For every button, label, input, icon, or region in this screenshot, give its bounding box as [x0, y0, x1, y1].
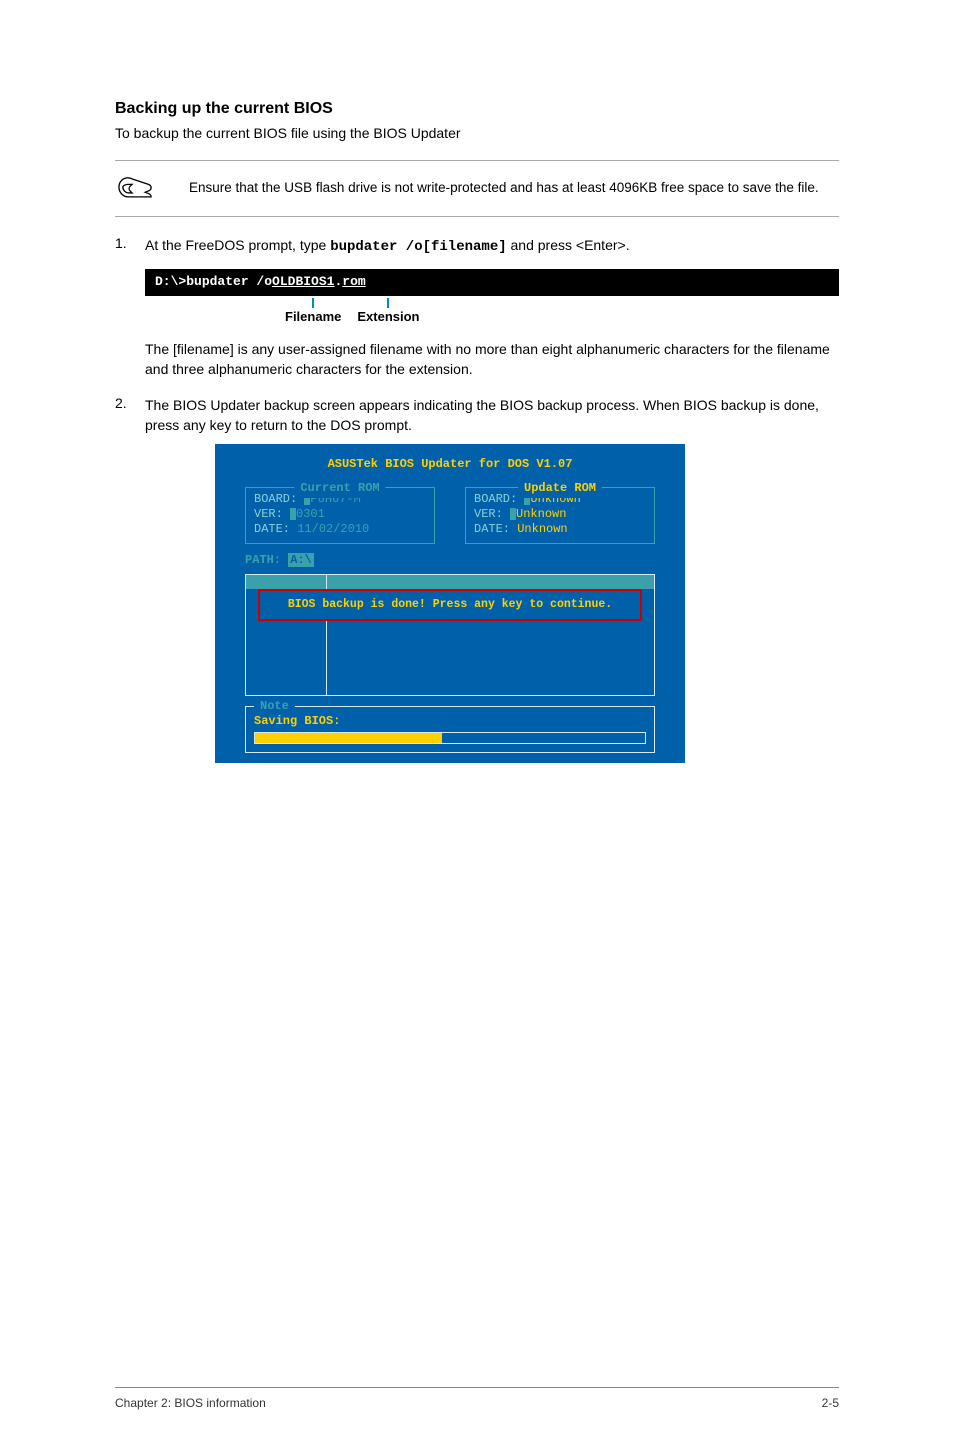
progress-fill — [255, 733, 442, 743]
file-panel-header — [246, 575, 654, 589]
terminal-prompt: D:\> — [155, 274, 186, 289]
info-note: Ensure that the USB flash drive is not w… — [115, 160, 839, 217]
bios-title: ASUSTek BIOS Updater for DOS V1.07 — [215, 456, 685, 473]
path-label: PATH: — [245, 553, 288, 567]
current-rom-box: Current ROM BOARD: P8H67-M VER: 0301 DAT… — [245, 487, 435, 544]
date-label: DATE: — [474, 522, 517, 536]
terminal-line: D:\>bupdater /oOLDBIOS1.rom — [145, 269, 839, 296]
backup-done-banner: BIOS backup is done! Press any key to co… — [258, 589, 642, 622]
path-value: A:\ — [288, 553, 314, 567]
footer-right: 2-5 — [822, 1396, 839, 1410]
terminal-block: D:\>bupdater /oOLDBIOS1.rom Filename Ext… — [145, 269, 839, 327]
step-2: 2. The BIOS Updater backup screen appear… — [115, 395, 839, 763]
board-label: BOARD: — [474, 492, 524, 506]
path-line: PATH: A:\ — [215, 552, 685, 569]
terminal-ext: rom — [342, 274, 365, 289]
step2-text: The BIOS Updater backup screen appears i… — [145, 395, 839, 436]
step-number: 2. — [115, 395, 145, 411]
cur-ver: 0301 — [296, 507, 325, 521]
terminal-filename: OLDBIOS1 — [272, 274, 334, 289]
step1-prefix: At the FreeDOS prompt, type — [145, 237, 330, 253]
footer-rule — [115, 1387, 839, 1388]
update-rom-legend: Update ROM — [518, 480, 602, 497]
step1-suffix: and press <Enter>. — [507, 237, 630, 253]
page-footer: Chapter 2: BIOS information 2-5 — [115, 1396, 839, 1410]
terminal-cmd: bupdater /o — [186, 274, 272, 289]
saving-bios-label: Saving BIOS: — [254, 713, 646, 730]
cur-date: 11/02/2010 — [297, 522, 369, 536]
footer-left: Chapter 2: BIOS information — [115, 1396, 266, 1410]
upd-date: Unknown — [517, 522, 567, 536]
file-panel: BIOS backup is done! Press any key to co… — [245, 574, 655, 696]
upd-ver: Unknown — [516, 507, 566, 521]
intro-text: To backup the current BIOS file using th… — [115, 124, 839, 144]
ver-label: VER: — [254, 507, 290, 521]
step-1: 1. At the FreeDOS prompt, type bupdater … — [115, 235, 839, 380]
ver-label: VER: — [474, 507, 510, 521]
callout-tick-icon — [387, 298, 389, 308]
current-rom-legend: Current ROM — [294, 480, 385, 497]
step-number: 1. — [115, 235, 145, 251]
bios-updater-screen: ASUSTek BIOS Updater for DOS V1.07 Curre… — [215, 444, 685, 763]
callout-extension-label: Extension — [357, 308, 419, 327]
hand-pointing-icon — [115, 171, 157, 206]
bios-note-box: Note Saving BIOS: — [245, 706, 655, 753]
note-text: Ensure that the USB flash drive is not w… — [179, 178, 819, 198]
callout-filename-label: Filename — [285, 308, 341, 327]
step1-code: bupdater /o[filename] — [330, 239, 506, 255]
note-legend: Note — [254, 698, 295, 715]
date-label: DATE: — [254, 522, 297, 536]
step1-explain: The [filename] is any user-assigned file… — [145, 339, 839, 380]
callout-tick-icon — [312, 298, 314, 308]
update-rom-box: Update ROM BOARD: Unknown VER: Unknown D… — [465, 487, 655, 544]
section-heading: Backing up the current BIOS — [115, 100, 839, 118]
progress-bar — [254, 732, 646, 744]
